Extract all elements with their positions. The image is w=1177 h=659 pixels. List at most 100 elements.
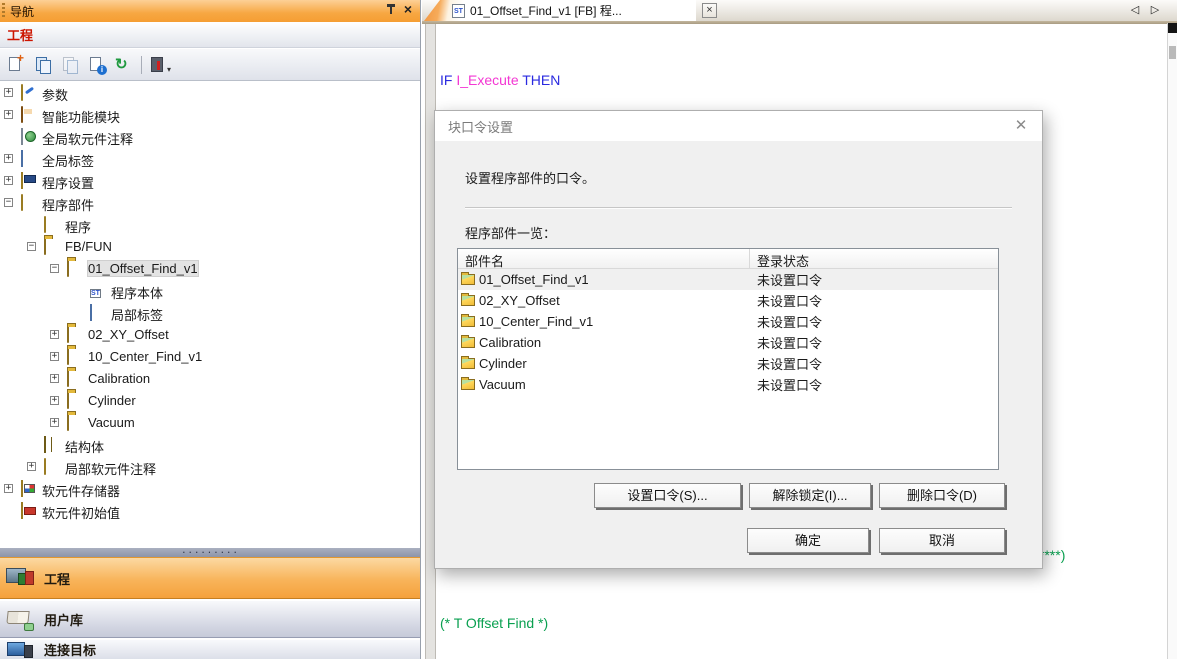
tree-item-10-center-find-v1[interactable]: +10_Center_Find_v1 [0,346,420,368]
tree-item-label[interactable]: 智能功能模块 [42,107,120,126]
expand-icon[interactable]: + [4,110,13,119]
expand-icon[interactable]: + [4,176,13,185]
expand-icon[interactable]: + [4,154,13,163]
tree-item-program[interactable]: 程序 [0,214,420,236]
close-panel-icon[interactable]: × [404,2,412,16]
tree-item-label[interactable]: 10_Center_Find_v1 [88,349,202,364]
tree-item-label[interactable]: 软元件存储器 [42,481,120,500]
registration-status: 未设置口令 [750,312,998,331]
vertical-scrollbar[interactable] [1168,23,1177,659]
tree-item-global-device-comment[interactable]: 全局软元件注释 [0,126,420,148]
tab-scroll-left-icon[interactable]: ◁ [1127,2,1143,18]
tree-item-label[interactable]: 全局软元件注释 [42,129,133,148]
tab-title[interactable]: 01_Offset_Find_v1 [FB] 程... [470,2,622,19]
table-row[interactable]: 01_Offset_Find_v1 未设置口令 [458,269,998,290]
tree-item-calibration[interactable]: + Calibration [0,368,420,390]
panel-button-project[interactable]: 工程 [0,557,420,599]
tree-item-parameters[interactable]: + 参数 [0,82,420,104]
tree-item-label[interactable]: FB/FUN [65,239,112,254]
tab-close-button[interactable]: × [702,3,717,18]
code-block-bottom[interactable]: (* T Offset Find *) IF I_1_Pos_X<=I_2_Po… [440,566,869,659]
table-row[interactable]: 02_XY_Offset 未设置口令 [458,290,998,311]
table-row[interactable]: Calibration 未设置口令 [458,332,998,353]
expand-icon[interactable]: + [50,374,59,383]
tree-item-label[interactable]: 参数 [42,85,68,104]
tree-item-structured-data[interactable]: 结构体 [0,434,420,456]
component-table[interactable]: 部件名 登录状态 01_Offset_Find_v1 未设置口令 02_XY_O… [457,248,999,470]
tree-item-label[interactable]: Cylinder [88,393,136,408]
dialog-title-bar[interactable]: 块口令设置 [435,111,1042,141]
tree-item-label[interactable]: 程序本体 [111,283,163,302]
fb-folder-icon [67,326,69,343]
user-library-icon [6,606,36,632]
component-name: Cylinder [479,356,527,371]
collapse-icon[interactable]: − [50,264,59,273]
dialog-close-icon[interactable]: ✕ [1012,117,1030,135]
tree-item-label[interactable]: Vacuum [88,415,135,430]
panel-splitter-handle[interactable]: ......... [0,548,420,557]
set-password-button[interactable]: 设置口令(S)... [594,483,741,508]
code-line[interactable]: (* T Offset Find *) [440,612,869,635]
sort-filter-button[interactable]: ▾ [149,55,169,75]
table-row[interactable]: Vacuum 未设置口令 [458,374,998,395]
registration-status: 未设置口令 [750,354,998,373]
expand-icon[interactable]: + [50,396,59,405]
tab-scroll-right-icon[interactable]: ▷ [1147,2,1163,18]
tree-item-device-initial-value[interactable]: 软元件初始值 [0,500,420,522]
expand-icon[interactable]: + [4,484,13,493]
tree-item-label[interactable]: 结构体 [65,437,104,456]
expand-icon[interactable]: + [50,330,59,339]
tree-item-local-label[interactable]: 局部标签 [0,302,420,324]
collapse-icon[interactable]: − [27,242,36,251]
expand-icon[interactable]: + [50,418,59,427]
tree-item-label[interactable]: 软元件初始值 [42,503,120,522]
tree-item-label[interactable]: 局部标签 [111,305,163,324]
fb-fun-folder-icon [44,238,46,255]
tree-item-label[interactable]: 程序 [65,217,91,236]
expand-icon[interactable]: + [50,352,59,361]
panel-button-user-library[interactable]: 用户库 [0,600,420,638]
code-line[interactable]: IF I_Execute THEN [440,69,587,91]
tree-item-01-offset-find-v1[interactable]: − 01_Offset_Find_v1 [0,258,420,280]
auto-hide-pin-icon[interactable] [386,2,396,16]
tree-item-cylinder[interactable]: + Cylinder [0,390,420,412]
tree-item-vacuum[interactable]: + Vacuum [0,412,420,434]
delete-password-button[interactable]: 删除口令(D) [879,483,1005,508]
tree-item-label-selected[interactable]: 01_Offset_Find_v1 [88,261,198,276]
collapse-icon[interactable]: − [4,198,13,207]
expand-icon[interactable]: + [4,88,13,97]
property-button[interactable]: i [87,55,107,75]
table-row[interactable]: 10_Center_Find_v1 未设置口令 [458,311,998,332]
column-header-name[interactable]: 部件名 [458,249,750,268]
paste-button[interactable] [60,55,80,75]
column-header-status[interactable]: 登录状态 [750,249,998,268]
cancel-button[interactable]: 取消 [879,528,1005,553]
tree-item-label[interactable]: 局部软元件注释 [65,459,156,478]
tree-item-program-body[interactable]: ST程序本体 [0,280,420,302]
tree-item-label[interactable]: 程序设置 [42,173,94,192]
tab-01-offset-find-v1[interactable]: ST 01_Offset_Find_v1 [FB] 程... [424,0,696,21]
tree-item-02-xy-offset[interactable]: +02_XY_Offset [0,324,420,346]
tree-item-device-memory[interactable]: + 软元件存储器 [0,478,420,500]
navigation-header[interactable]: 导航 × [0,0,420,22]
tree-item-label[interactable]: 全局标签 [42,151,94,170]
tree-item-label[interactable]: 02_XY_Offset [88,327,169,342]
scrollbar-thumb[interactable] [1169,46,1176,59]
ok-button[interactable]: 确定 [747,528,869,553]
tree-item-intelligent-function-module[interactable]: + 智能功能模块 [0,104,420,126]
tree-item-global-label[interactable]: + 全局标签 [0,148,420,170]
table-row[interactable]: Cylinder 未设置口令 [458,353,998,374]
panel-button-connection-destination[interactable]: 连接目标 [0,639,420,659]
expand-icon[interactable]: + [27,462,36,471]
new-item-button[interactable]: + [6,55,26,75]
tree-item-fb-fun[interactable]: − FB/FUN [0,236,420,258]
unlock-button[interactable]: 解除锁定(I)... [749,483,871,508]
refresh-button[interactable]: ↻ [114,55,134,75]
scrollbar-top-block[interactable] [1168,23,1177,33]
tree-item-program-component[interactable]: − 程序部件 [0,192,420,214]
tree-item-program-setting[interactable]: + 程序设置 [0,170,420,192]
tree-item-label[interactable]: 程序部件 [42,195,94,214]
tree-item-label[interactable]: Calibration [88,371,150,386]
copy-button[interactable] [33,55,53,75]
tree-item-local-device-comment[interactable]: + 局部软元件注释 [0,456,420,478]
